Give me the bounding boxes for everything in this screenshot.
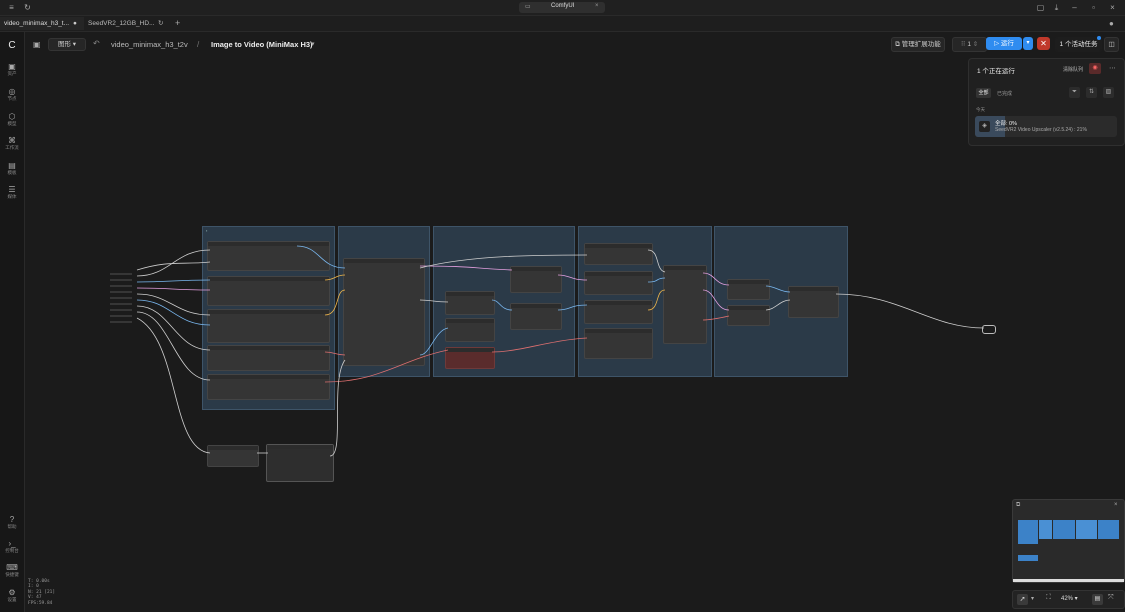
link [647,289,666,311]
select-tool-icon[interactable]: ➚ [1017,594,1028,605]
chevron-down-icon[interactable]: ▾ [1031,595,1034,602]
zoom-level-value: 42% [1061,596,1074,602]
fit-view-icon[interactable]: ⛶ [1046,594,1051,602]
hide-links-icon[interactable]: ⤧ [1108,594,1114,602]
link [702,272,730,286]
link [702,289,730,311]
link [835,293,985,329]
link [136,299,211,326]
zoom-level[interactable]: 42% ▾ [1061,595,1078,602]
minimap-toggle-icon[interactable]: ▤ [1092,594,1103,605]
minimap-group [1039,520,1052,539]
link [136,279,211,283]
minimap-group [1053,520,1075,539]
link [765,285,791,293]
minimap-group [1098,520,1119,539]
canvas-toolbar: ➚ ▾ ⛶ 42% ▾ ▤ ⤧ [1012,590,1125,609]
render-stats: T: 0.00s I: 0 N: 21 [21] V: 47 FPS:59.84 [28,579,55,606]
node-links [136,245,985,457]
primitive-inputs-cluster[interactable] [110,270,138,330]
link [647,249,666,273]
link [491,337,588,353]
minimap[interactable]: ⧉ × [1012,499,1125,583]
input-list-lines [110,273,132,323]
link [324,274,346,281]
link [647,277,666,283]
stat-line: FPS:59.84 [28,600,53,606]
link [419,265,513,271]
link [136,293,211,316]
link [557,304,588,311]
link [557,274,588,281]
link [324,289,346,316]
minimap-group [1018,520,1038,544]
link [296,245,346,269]
link [491,299,513,311]
link [702,315,730,321]
link [419,299,449,303]
minimap-viewport [1013,579,1124,582]
minimap-icon: ⧉ [1016,502,1021,508]
link [136,261,211,271]
minimap-node [1018,555,1038,561]
link [329,359,346,457]
link [324,351,346,356]
link [765,299,791,311]
output-reroute-node[interactable] [982,325,996,334]
link [136,287,211,291]
minimap-group [1076,520,1097,539]
minimap-close-icon[interactable]: × [1114,502,1118,508]
link [136,311,211,381]
link [136,317,211,454]
